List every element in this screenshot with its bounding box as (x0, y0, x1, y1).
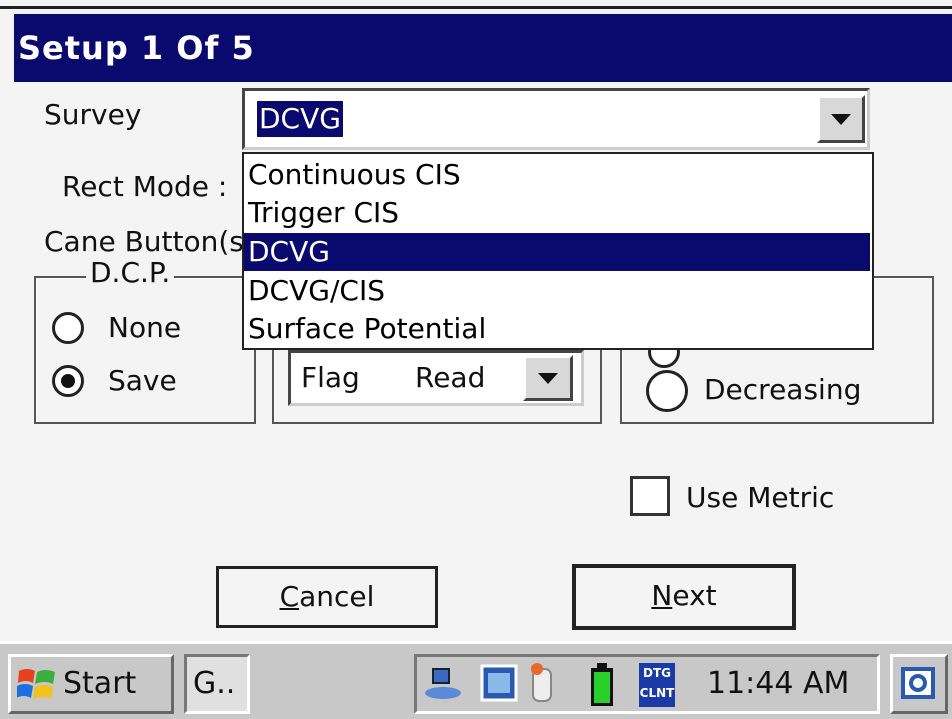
survey-dropdown-list[interactable]: Continuous CIS Trigger CIS DCVG DCVG/CIS… (242, 152, 874, 350)
dropdown-item-surface-potential[interactable]: Surface Potential (244, 310, 870, 348)
dropdown-item-dcvg[interactable]: DCVG (244, 233, 870, 271)
system-tray: DTG CLNT 11:44 AM (414, 654, 880, 714)
taskbar-task-label: G.. (193, 666, 236, 701)
dropdown-item-dcvg-cis[interactable]: DCVG/CIS (244, 272, 870, 310)
cane-button-combobox[interactable]: Flag Read (288, 350, 584, 406)
survey-label: Survey (44, 98, 142, 131)
chevron-down-icon (831, 114, 851, 125)
cane-dropdown-button[interactable] (523, 355, 573, 401)
dcp-none-label[interactable]: None (108, 311, 181, 345)
clock[interactable]: 11:44 AM (707, 667, 849, 701)
window-title: Setup 1 Of 5 (18, 29, 255, 67)
cancel-button[interactable]: Cancel (216, 566, 438, 628)
chevron-down-icon (538, 373, 558, 384)
use-metric-label[interactable]: Use Metric (686, 481, 834, 515)
start-button[interactable]: Start (8, 654, 174, 714)
sync-icon[interactable] (479, 663, 519, 703)
use-metric-checkbox[interactable] (630, 476, 670, 516)
survey-selected-value: DCVG (257, 101, 343, 137)
next-button[interactable]: Next (572, 564, 796, 630)
survey-combobox[interactable]: DCVG (242, 88, 870, 150)
decreasing-label[interactable]: Decreasing (704, 373, 861, 407)
battery-icon[interactable] (589, 663, 615, 709)
desktop-button[interactable] (890, 654, 948, 714)
cancel-accel-key: C (279, 580, 300, 613)
windows-flag-icon (17, 669, 55, 699)
bluetooth-icon[interactable] (527, 661, 557, 707)
next-accel-key: N (651, 579, 673, 612)
dcp-legend: D.C.P. (86, 256, 175, 290)
dtg-client-icon[interactable]: DTG CLNT (639, 663, 675, 707)
cane-flag-text: Flag (301, 361, 360, 394)
dropdown-item-continuous-cis[interactable]: Continuous CIS (244, 156, 870, 194)
dcp-none-radio[interactable] (52, 312, 84, 344)
cancel-button-text: ancel (299, 580, 375, 613)
next-button-text: ext (672, 579, 717, 612)
cane-button-label: Cane Button(s (44, 225, 244, 258)
dcp-save-label[interactable]: Save (108, 364, 177, 398)
cane-read-text: Read (415, 361, 486, 394)
dropdown-item-trigger-cis[interactable]: Trigger CIS (244, 194, 870, 232)
survey-dropdown-button[interactable] (817, 95, 865, 143)
start-label: Start (63, 666, 137, 701)
dcp-save-radio[interactable] (52, 365, 84, 397)
decreasing-radio[interactable] (646, 370, 688, 412)
rect-mode-label: Rect Mode : (62, 170, 228, 203)
taskbar-task-button[interactable]: G.. (184, 654, 250, 714)
top-border (0, 0, 952, 9)
dcp-groupbox (34, 276, 256, 424)
network-icon[interactable] (423, 663, 463, 703)
desktop-icon (901, 667, 935, 699)
